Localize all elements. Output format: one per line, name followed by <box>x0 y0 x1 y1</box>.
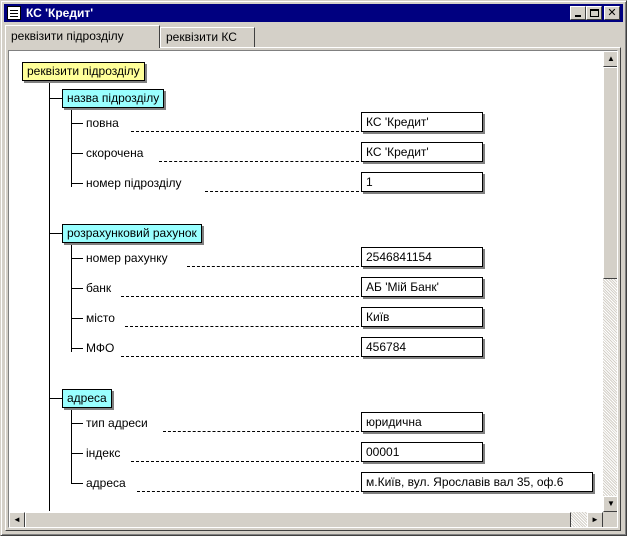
title-bar[interactable]: КС 'Кредит' ✕ <box>4 4 623 22</box>
window-title: КС 'Кредит' <box>26 6 94 20</box>
scroll-left-button[interactable]: ◄ <box>9 512 25 527</box>
tree-leaf-line <box>71 423 83 424</box>
horizontal-scroll-thumb[interactable] <box>25 512 571 527</box>
field-value-address[interactable]: м.Київ, вул. Ярославів вал 35, оф.6 <box>361 472 593 492</box>
leader-dots <box>131 131 359 132</box>
leader-dots <box>163 431 359 432</box>
field-label-short: скорочена <box>86 146 144 160</box>
tree-group-unit-name[interactable]: назва підрозділу <box>62 89 165 108</box>
tab-ks-details[interactable]: реквізити КС <box>160 27 255 47</box>
tab-unit-details[interactable]: реквізити підрозділу <box>5 25 160 48</box>
leader-dots <box>121 296 359 297</box>
leader-dots <box>121 356 359 357</box>
close-button[interactable]: ✕ <box>604 6 620 20</box>
field-label-city: місто <box>86 311 115 325</box>
field-value-mfo[interactable]: 456784 <box>361 337 483 357</box>
tree-leaf-line <box>71 258 83 259</box>
tree-branch-line <box>49 398 62 399</box>
vertical-scroll-thumb[interactable] <box>603 67 617 279</box>
tree-branch-line <box>49 233 62 234</box>
app-window: КС 'Кредит' ✕ реквізити підрозділу рекві… <box>0 0 627 536</box>
scroll-down-button[interactable]: ▼ <box>603 496 617 512</box>
leader-dots <box>205 191 359 192</box>
field-value-short[interactable]: КС 'Кредит' <box>361 142 483 162</box>
vertical-scrollbar[interactable]: ▲ ▼ <box>603 51 617 512</box>
field-value-index[interactable]: 00001 <box>361 442 483 462</box>
tree-trunk-line <box>49 83 50 511</box>
tab-panel: реквізити підрозділу назва підрозділу по… <box>5 47 621 531</box>
arrow-left-icon: ◄ <box>13 515 21 524</box>
field-value-address-type[interactable]: юридична <box>361 412 483 432</box>
maximize-button[interactable] <box>586 6 602 20</box>
tree-group-address[interactable]: адреса <box>62 389 112 408</box>
field-value-city[interactable]: Київ <box>361 307 483 327</box>
field-label-full: повна <box>86 116 119 130</box>
tree-root-node[interactable]: реквізити підрозділу <box>22 62 145 81</box>
field-value-bank[interactable]: АБ 'Мій Банк' <box>361 277 483 297</box>
tree-content: реквізити підрозділу назва підрозділу по… <box>9 51 602 511</box>
leader-dots <box>137 491 359 492</box>
scroll-up-button[interactable]: ▲ <box>603 51 617 67</box>
arrow-right-icon: ► <box>591 515 599 524</box>
field-value-unit-number[interactable]: 1 <box>361 172 483 192</box>
field-label-address: адреса <box>86 476 126 490</box>
tree-leaf-line <box>71 183 83 184</box>
close-icon: ✕ <box>607 7 617 19</box>
maximize-icon <box>590 9 599 17</box>
scrollbar-corner <box>603 512 617 527</box>
tree-leaf-line <box>71 453 83 454</box>
leader-dots <box>125 326 359 327</box>
leader-dots <box>159 161 359 162</box>
tree-leaf-line <box>71 483 83 484</box>
field-label-bank: банк <box>86 281 112 295</box>
tree-sub-line <box>71 410 72 483</box>
tree-view: реквізити підрозділу назва підрозділу по… <box>8 50 618 528</box>
minimize-button[interactable] <box>570 6 586 20</box>
minimize-icon <box>575 15 581 17</box>
tree-group-account[interactable]: розрахунковий рахунок <box>62 224 202 243</box>
tree-leaf-line <box>71 288 83 289</box>
field-label-account-number: номер рахунку <box>86 251 168 265</box>
field-label-mfo: МФО <box>86 341 115 355</box>
arrow-down-icon: ▼ <box>607 499 615 508</box>
tree-leaf-line <box>71 318 83 319</box>
document-icon[interactable] <box>7 6 21 20</box>
scroll-right-button[interactable]: ► <box>587 512 603 527</box>
tree-leaf-line <box>71 123 83 124</box>
tree-sub-line <box>71 110 72 187</box>
arrow-up-icon: ▲ <box>607 54 615 63</box>
tree-branch-line <box>49 98 62 99</box>
leader-dots <box>131 461 359 462</box>
tree-leaf-line <box>71 153 83 154</box>
tree-sub-line <box>71 245 72 352</box>
field-label-address-type: тип адреси <box>86 416 148 430</box>
tree-leaf-line <box>71 348 83 349</box>
leader-dots <box>187 266 359 267</box>
tab-strip: реквізити підрозділу реквізити КС <box>3 25 623 48</box>
field-value-full[interactable]: КС 'Кредит' <box>361 112 483 132</box>
horizontal-scrollbar[interactable]: ◄ ► <box>9 512 603 527</box>
field-label-index: індекс <box>86 446 121 460</box>
field-value-account-number[interactable]: 2546841154 <box>361 247 483 267</box>
field-label-unit-number: номер підрозділу <box>86 176 182 190</box>
